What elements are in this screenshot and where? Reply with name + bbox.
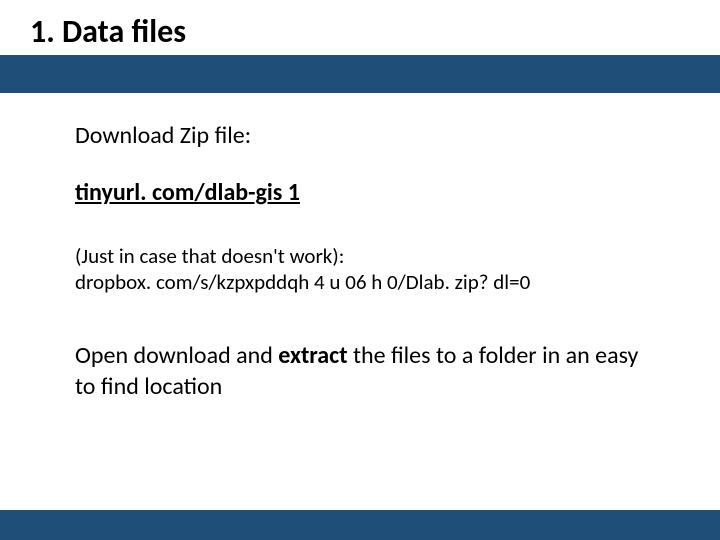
fallback-url: dropbox. com/s/kzpxpddqh 4 u 06 h 0/Dlab… [75, 269, 660, 295]
slide-body: Download Zip file: tinyurl. com/dlab-gis… [0, 93, 720, 402]
slide-title-area: 1. Data files [0, 0, 720, 49]
slide-title: 1. Data files [30, 14, 720, 49]
download-link[interactable]: tinyurl. com/dlab-gis 1 [75, 178, 660, 207]
footer-band [0, 510, 720, 540]
header-band [0, 55, 720, 93]
instruction-bold: extract [278, 341, 347, 370]
fallback-label: (Just in case that doesn't work): [75, 243, 660, 269]
instruction-pre: Open download and [75, 341, 278, 370]
instruction-text: Open download and extract the files to a… [75, 340, 660, 402]
download-label: Download Zip file: [75, 121, 660, 150]
